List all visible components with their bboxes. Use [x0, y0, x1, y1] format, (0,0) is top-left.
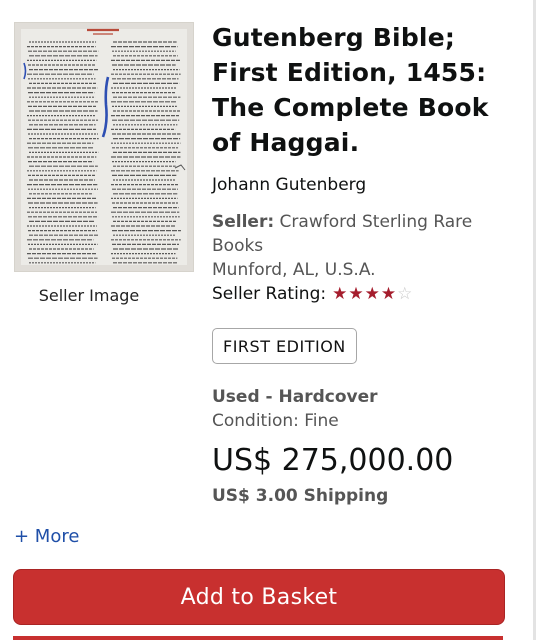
- price: US$ 275,000.00: [212, 443, 454, 478]
- more-link[interactable]: + More: [14, 526, 79, 547]
- seller-image-caption: Seller Image: [38, 286, 140, 305]
- next-button-edge[interactable]: [13, 636, 503, 640]
- star-filled-icon: ★: [332, 283, 348, 304]
- shipping-cost[interactable]: US$ 3.00 Shipping: [212, 486, 388, 506]
- rating-stars: ★ ★ ★ ★ ☆: [332, 283, 413, 304]
- book-title[interactable]: Gutenberg Bible; First Edition, 1455: Th…: [212, 20, 522, 160]
- book-author[interactable]: Johann Gutenberg: [212, 173, 522, 197]
- star-empty-icon: ☆: [397, 283, 413, 304]
- edition-badge: FIRST EDITION: [212, 328, 357, 364]
- manuscript-page-image[interactable]: [14, 22, 194, 272]
- star-filled-icon: ★: [380, 283, 397, 304]
- binding-type: Used - Hardcover: [212, 387, 378, 407]
- star-filled-icon: ★: [364, 283, 380, 304]
- star-filled-icon: ★: [348, 283, 364, 304]
- manuscript-page-art: [15, 23, 193, 271]
- seller-rating[interactable]: Seller Rating: ★ ★ ★ ★ ☆: [212, 282, 522, 306]
- seller-location: Munford, AL, U.S.A.: [212, 260, 376, 280]
- add-to-basket-button[interactable]: Add to Basket: [13, 569, 505, 625]
- listing-details: Gutenberg Bible; First Edition, 1455: Th…: [212, 20, 522, 306]
- seller-info: Seller: Crawford Sterling Rare Books Mun…: [212, 210, 522, 306]
- seller-rating-label: Seller Rating:: [212, 284, 327, 304]
- seller-image[interactable]: [14, 22, 194, 272]
- seller-label: Seller:: [212, 212, 275, 232]
- binding-info: Used - Hardcover Condition: Fine: [212, 385, 378, 433]
- condition: Condition: Fine: [212, 411, 339, 431]
